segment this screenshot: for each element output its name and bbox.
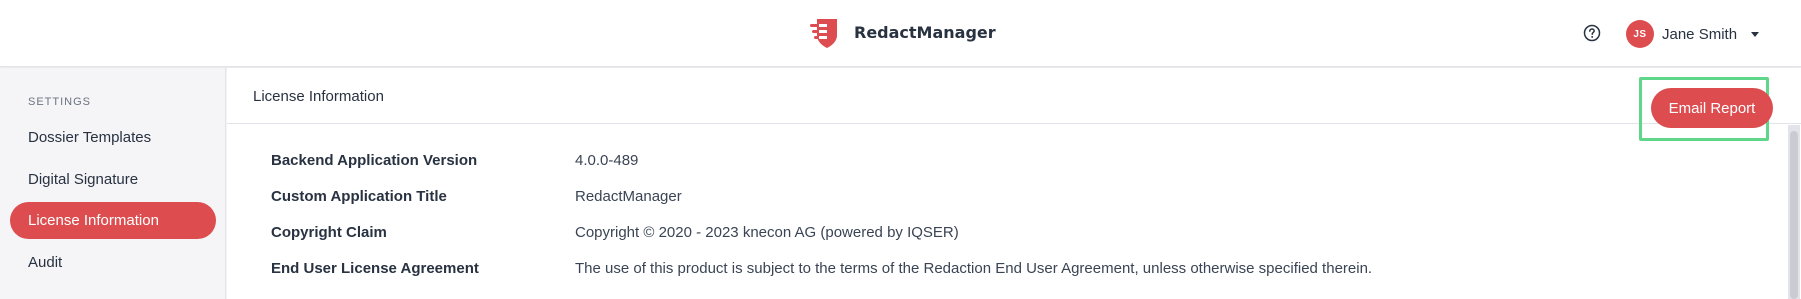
info-row-copyright: Copyright Claim Copyright © 2020 - 2023 … (271, 224, 1771, 244)
info-label: Copyright Claim (271, 224, 387, 241)
brand-name: RedactManager (854, 22, 996, 42)
info-value: RedactManager (575, 188, 682, 205)
redactmanager-logo-icon (808, 15, 842, 49)
avatar: JS (1626, 20, 1654, 48)
sidebar-heading: SETTINGS (28, 96, 92, 108)
top-bar: RedactManager JS Jane Smith (0, 0, 1801, 67)
settings-sidebar: SETTINGS Dossier Templates Digital Signa… (0, 68, 226, 299)
sidebar-item-audit[interactable]: Audit (10, 244, 216, 281)
info-row-custom-title: Custom Application Title RedactManager (271, 188, 1771, 208)
help-icon[interactable] (1583, 24, 1601, 42)
info-row-eula: End User License Agreement The use of th… (271, 260, 1771, 280)
email-report-highlight: Email Report (1639, 77, 1773, 141)
sidebar-item-dossier-templates[interactable]: Dossier Templates (10, 119, 216, 156)
page-title: License Information (253, 88, 384, 105)
info-label: End User License Agreement (271, 260, 479, 277)
caret-down-icon (1751, 31, 1760, 37)
info-value: The use of this product is subject to th… (575, 260, 1373, 277)
info-label: Backend Application Version (271, 152, 478, 169)
sidebar-item-license-information[interactable]: License Information (10, 202, 216, 239)
brand[interactable]: RedactManager (808, 15, 996, 49)
info-value: 4.0.0-489 (575, 152, 639, 169)
user-menu[interactable]: JS Jane Smith (1626, 20, 1760, 48)
sidebar-item-digital-signature[interactable]: Digital Signature (10, 161, 216, 198)
user-name: Jane Smith (1662, 25, 1738, 43)
info-value: Copyright © 2020 - 2023 knecon AG (power… (575, 224, 959, 241)
email-report-button[interactable]: Email Report (1651, 88, 1773, 128)
info-label: Custom Application Title (271, 188, 447, 205)
info-row-backend-version: Backend Application Version 4.0.0-489 (271, 152, 1771, 172)
content-header: License Information (227, 68, 1801, 124)
main-content: License Information Email Report Backend… (227, 68, 1801, 299)
scrollbar-thumb[interactable] (1790, 131, 1798, 299)
vertical-scrollbar[interactable] (1788, 125, 1800, 299)
